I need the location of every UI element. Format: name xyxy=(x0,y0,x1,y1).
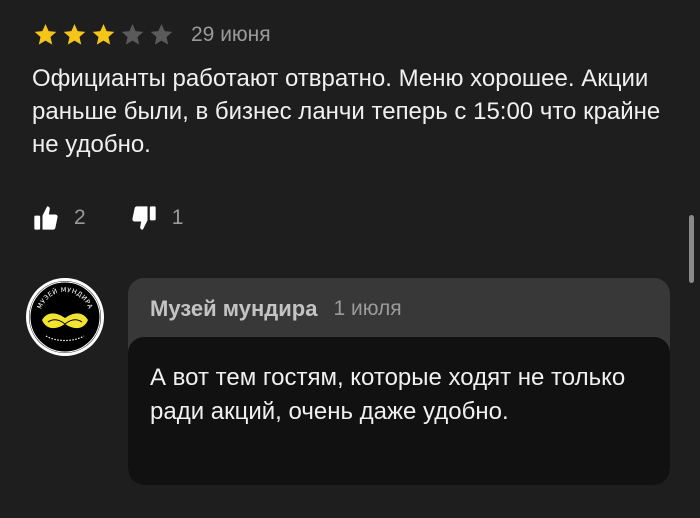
star-icon xyxy=(90,22,117,48)
reply-date: 1 июля xyxy=(333,297,402,320)
thumbs-down-icon xyxy=(132,206,156,230)
avatar[interactable]: МУЗЕЙ МУНДИРА xyxy=(26,278,104,356)
star-icon xyxy=(61,22,88,48)
rating-row: 29 июня xyxy=(32,20,271,50)
owner-reply: Музей мундира 1 июля А вот тем гостям, к… xyxy=(128,278,670,485)
like-count: 2 xyxy=(74,206,86,229)
star-rating xyxy=(32,22,175,48)
review-card: 29 июня Официанты работают отвратно. Мен… xyxy=(0,0,700,518)
scrollbar[interactable] xyxy=(689,215,694,283)
like-button[interactable]: 2 xyxy=(32,204,86,232)
museum-logo-icon: МУЗЕЙ МУНДИРА xyxy=(29,281,101,353)
reply-header: Музей мундира 1 июля xyxy=(128,278,670,340)
star-icon xyxy=(32,22,59,48)
dislike-count: 1 xyxy=(171,206,184,229)
star-icon xyxy=(148,22,175,48)
vote-row: 2 1 xyxy=(32,200,183,236)
dislike-button[interactable]: 1 xyxy=(130,204,184,232)
review-date: 29 июня xyxy=(191,23,271,46)
reply-text: А вот тем гостям, которые ходят не тольк… xyxy=(128,337,670,485)
thumbs-up-icon xyxy=(34,206,58,230)
review-text: Официанты работают отвратно. Меню хороше… xyxy=(32,65,661,158)
star-icon xyxy=(119,22,146,48)
reply-author[interactable]: Музей мундира xyxy=(150,296,317,322)
